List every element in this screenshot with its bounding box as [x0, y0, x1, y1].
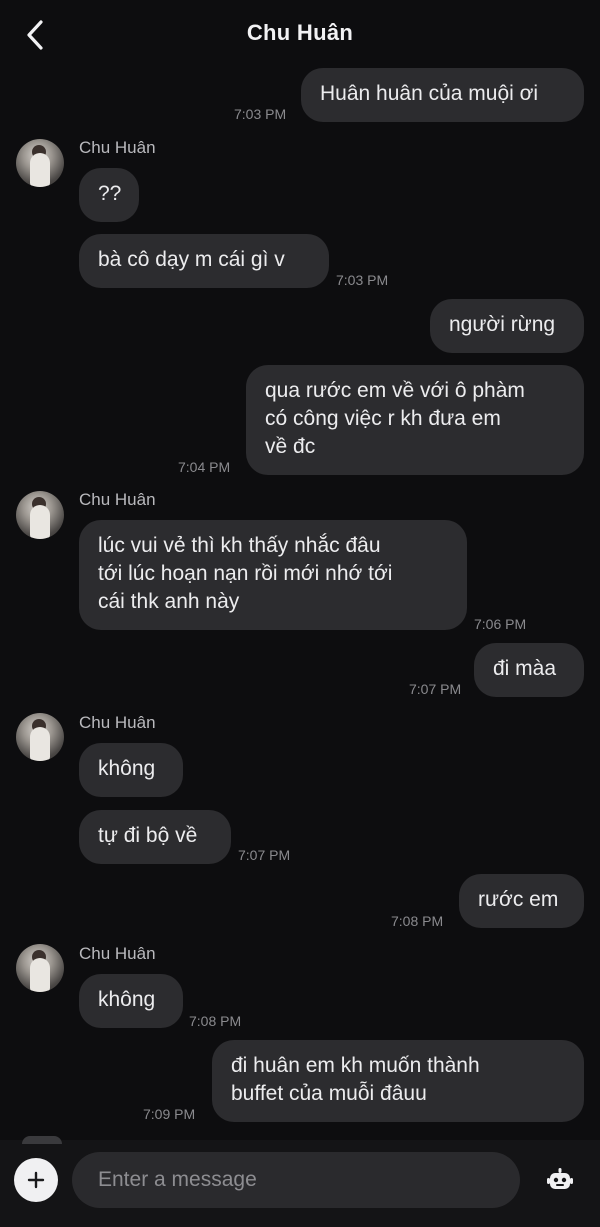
add-attachment-button[interactable] — [14, 1158, 58, 1202]
message-timestamp: 7:09 PM — [143, 1106, 196, 1122]
message-outgoing[interactable]: qua rước em về với ô phàm có công việc r… — [246, 365, 584, 475]
plus-icon — [27, 1171, 45, 1189]
sender-name: Chu Huân — [79, 944, 156, 963]
message-incoming[interactable]: bà cô dạy m cái gì v — [79, 234, 329, 288]
message-incoming[interactable]: không — [79, 743, 183, 797]
robot-icon — [547, 1168, 573, 1189]
message-input-wrapper — [72, 1152, 520, 1208]
message-outgoing[interactable]: người rừng — [430, 299, 584, 353]
message-timestamp: 7:03 PM — [336, 272, 389, 288]
avatar[interactable] — [16, 139, 64, 187]
partial-avatar — [22, 1136, 62, 1144]
chat-header: Chu Huân — [0, 0, 600, 70]
message-outgoing[interactable]: Huân huân của muội ơi — [301, 68, 584, 122]
message-outgoing[interactable]: đi màa — [474, 643, 584, 697]
sender-name: Chu Huân — [79, 138, 156, 157]
message-incoming[interactable]: tự đi bộ về — [79, 810, 231, 864]
avatar[interactable] — [16, 491, 64, 539]
message-outgoing[interactable]: rước em — [459, 874, 584, 928]
message-incoming[interactable]: ?? — [79, 168, 139, 222]
message-timestamp: 7:07 PM — [238, 847, 291, 863]
message-timestamp: 7:08 PM — [391, 913, 444, 929]
avatar[interactable] — [16, 713, 64, 761]
message-timestamp: 7:03 PM — [234, 106, 287, 122]
chat-title: Chu Huân — [246, 20, 354, 45]
sender-name: Chu Huân — [79, 490, 156, 509]
message-timestamp: 7:06 PM — [474, 616, 527, 632]
message-incoming[interactable]: không — [79, 974, 183, 1028]
message-incoming[interactable]: lúc vui vẻ thì kh thấy nhắc đâu tới lúc … — [79, 520, 467, 630]
message-timestamp: 7:08 PM — [189, 1013, 242, 1029]
bot-button[interactable] — [536, 1156, 584, 1204]
message-input[interactable] — [72, 1152, 520, 1208]
sender-name: Chu Huân — [79, 713, 156, 732]
message-timestamp: 7:07 PM — [409, 681, 462, 697]
message-timestamp: 7:04 PM — [178, 459, 231, 475]
avatar[interactable] — [16, 944, 64, 992]
message-outgoing[interactable]: đi huân em kh muốn thành buffet của muỗi… — [212, 1040, 584, 1122]
